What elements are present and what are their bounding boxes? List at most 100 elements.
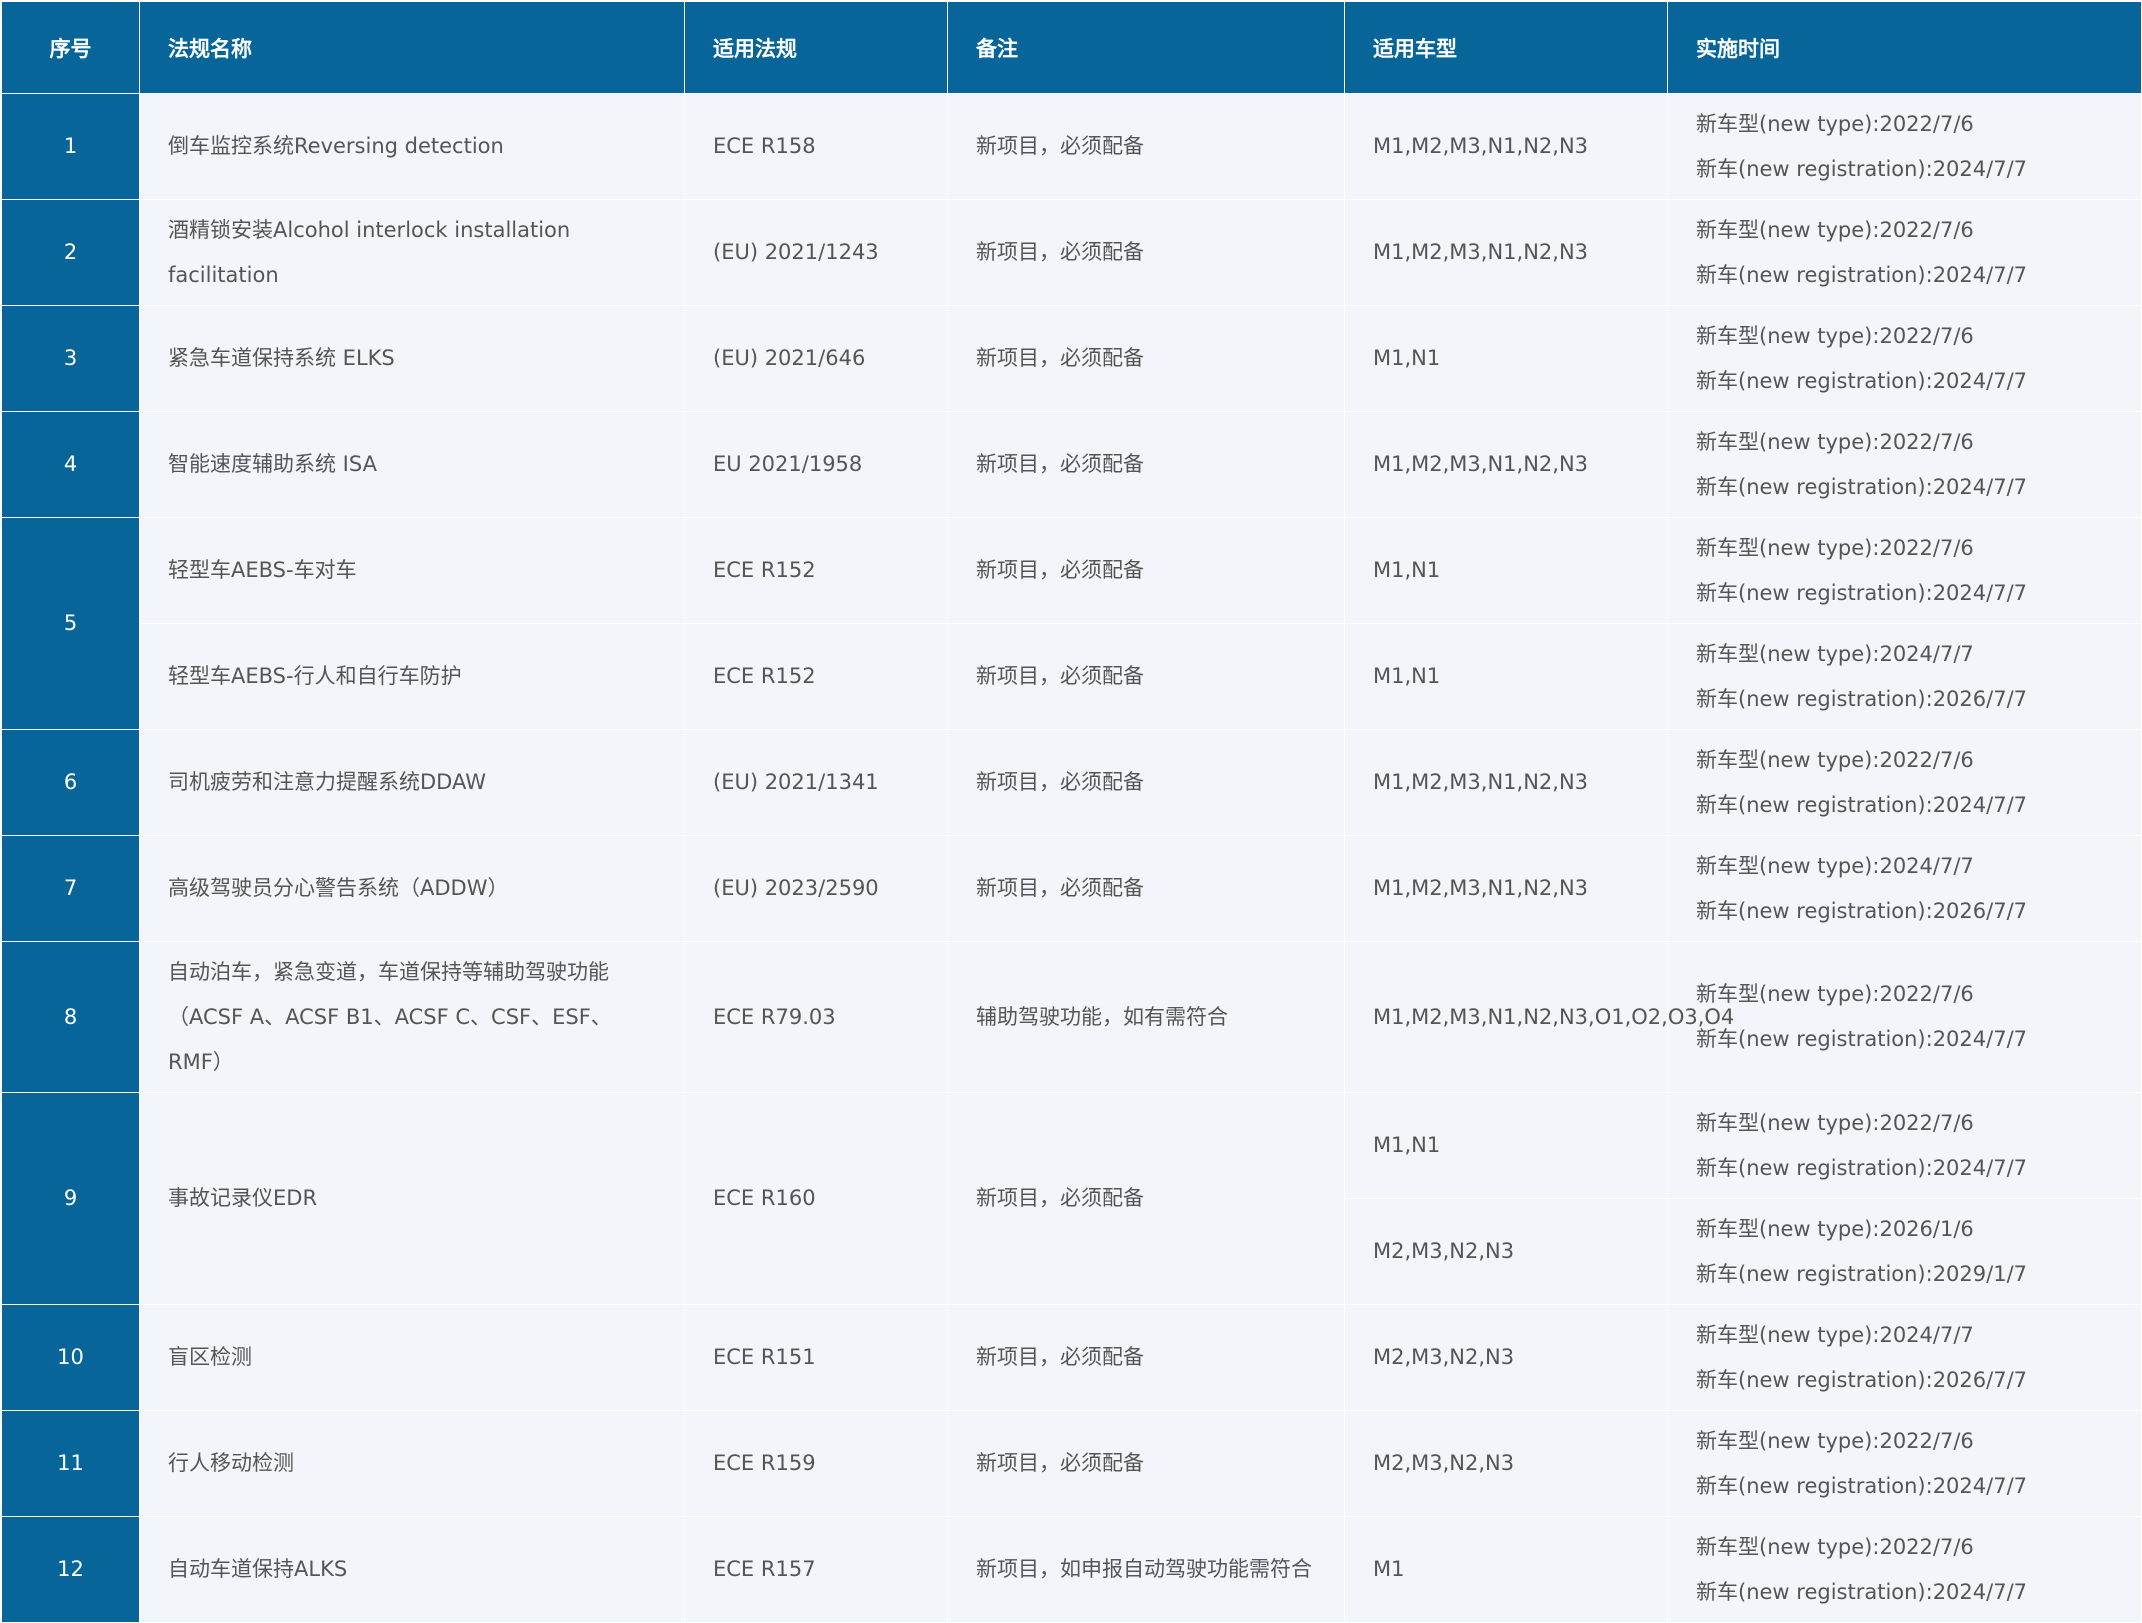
vehicle-types: M1,N1 xyxy=(1344,623,1668,730)
time-new-registration: 新车(new registration):2024/7/7 xyxy=(1696,792,2028,817)
row-number: 4 xyxy=(1,411,140,518)
table-row: 6 司机疲劳和注意力提醒系统DDAW (EU) 2021/1341 新项目，必须… xyxy=(1,729,2142,836)
row-number: 1 xyxy=(1,93,140,200)
regulation-name: 高级驾驶员分心警告系统（ADDW） xyxy=(139,835,685,942)
regulation-note: 新项目，必须配备 xyxy=(947,305,1345,412)
header-time: 实施时间 xyxy=(1667,1,2142,94)
table-row: 10 盲区检测 ECE R151 新项目，必须配备 M2,M3,N2,N3 新车… xyxy=(1,1304,2142,1411)
table-row: 9 事故记录仪EDR ECE R160 新项目，必须配备 M1,N1 新车型(n… xyxy=(1,1092,2142,1305)
regulation-code: EU 2021/1958 xyxy=(684,411,948,518)
vehicle-types: M1,M2,M3,N1,N2,N3,O1,O2,O3,O4 xyxy=(1344,941,1734,1093)
header-row: 序号 法规名称 适用法规 备注 适用车型 实施时间 xyxy=(1,1,2142,94)
vehicle-types: M1,M2,M3,N1,N2,N3 xyxy=(1344,199,1668,306)
vehicle-types: M2,M3,N2,N3 xyxy=(1344,1410,1668,1517)
regulation-note: 新项目，必须配备 xyxy=(947,1092,1345,1305)
regulation-name: 自动泊车，紧急变道，车道保持等辅助驾驶功能（ACSF A、ACSF B1、ACS… xyxy=(139,941,685,1093)
regulation-note: 新项目，必须配备 xyxy=(947,1304,1345,1411)
implementation-time: 新车型(new type):2022/7/6 新车(new registrati… xyxy=(1667,199,2142,306)
row-number: 9 xyxy=(1,1092,140,1305)
vehicle-types: M1,N1 xyxy=(1344,1092,1668,1199)
regulation-code: ECE R157 xyxy=(684,1516,948,1623)
table-row: 2 酒精锁安装Alcohol interlock installation fa… xyxy=(1,199,2142,306)
regulation-note: 新项目，必须配备 xyxy=(947,411,1345,518)
regulation-name: 倒车监控系统Reversing detection xyxy=(139,93,685,200)
time-new-type: 新车型(new type):2022/7/6 xyxy=(1696,323,1974,348)
implementation-time: 新车型(new type):2022/7/6 新车(new registrati… xyxy=(1667,305,2142,412)
time-new-registration: 新车(new registration):2024/7/7 xyxy=(1696,368,2028,393)
time-new-type: 新车型(new type):2022/7/6 xyxy=(1696,217,1974,242)
regulation-name: 紧急车道保持系统 ELKS xyxy=(139,305,685,412)
table-row: 轻型车AEBS-行人和自行车防护 ECE R152 新项目，必须配备 M1,N1… xyxy=(2,623,2142,730)
table-row: 1 倒车监控系统Reversing detection ECE R158 新项目… xyxy=(1,93,2142,200)
regulation-code: ECE R158 xyxy=(684,93,948,200)
implementation-time: 新车型(new type):2022/7/6 新车(new registrati… xyxy=(1667,411,2142,518)
time-new-type: 新车型(new type):2022/7/6 xyxy=(1696,747,1974,772)
time-new-registration: 新车(new registration):2024/7/7 xyxy=(1696,1473,2028,1498)
row-number: 8 xyxy=(1,941,140,1093)
time-new-type: 新车型(new type):2022/7/6 xyxy=(1696,429,1974,454)
regulation-name: 智能速度辅助系统 ISA xyxy=(139,411,685,518)
header-regulation: 适用法规 xyxy=(684,1,948,94)
regulation-name: 盲区检测 xyxy=(139,1304,685,1411)
header-name: 法规名称 xyxy=(139,1,685,94)
vehicle-types: M1,M2,M3,N1,N2,N3 xyxy=(1344,729,1668,836)
regulation-note: 新项目，必须配备 xyxy=(947,93,1345,200)
time-new-registration: 新车(new registration):2026/7/7 xyxy=(1696,686,2028,711)
implementation-time: 新车型(new type):2022/7/6 新车(new registrati… xyxy=(1667,1092,2142,1199)
regulation-name: 自动车道保持ALKS xyxy=(139,1516,685,1623)
regulation-note: 新项目，必须配备 xyxy=(947,1410,1345,1517)
vehicle-types: M1,N1 xyxy=(1344,305,1668,412)
vehicle-types: M1 xyxy=(1344,1516,1668,1623)
implementation-time: 新车型(new type):2022/7/6 新车(new registrati… xyxy=(1667,1516,2142,1623)
regulation-note: 新项目，必须配备 xyxy=(947,729,1345,836)
vehicle-types: M2,M3,N2,N3 xyxy=(1344,1304,1668,1411)
header-vehicles: 适用车型 xyxy=(1344,1,1668,94)
regulation-code: ECE R152 xyxy=(684,623,948,730)
regulation-name: 事故记录仪EDR xyxy=(139,1092,685,1305)
implementation-time: 新车型(new type):2024/7/7 新车(new registrati… xyxy=(1667,623,2142,730)
implementation-time: 新车型(new type):2022/7/6 新车(new registrati… xyxy=(1667,1410,2142,1517)
implementation-time: 新车型(new type):2024/7/7 新车(new registrati… xyxy=(1667,1304,2142,1411)
regulation-name: 轻型车AEBS-车对车 xyxy=(139,517,685,624)
time-new-type: 新车型(new type):2024/7/7 xyxy=(1696,641,1974,666)
regulation-note: 新项目，必须配备 xyxy=(947,517,1345,624)
implementation-time: 新车型(new type):2022/7/6 新车(new registrati… xyxy=(1667,941,2142,1093)
time-new-registration: 新车(new registration):2024/7/7 xyxy=(1696,262,2028,287)
regulation-note: 新项目，必须配备 xyxy=(947,835,1345,942)
regulation-code: ECE R79.03 xyxy=(684,941,948,1093)
row-number: 5 xyxy=(1,517,140,730)
vehicle-types: M1,M2,M3,N1,N2,N3 xyxy=(1344,411,1668,518)
row-number: 6 xyxy=(1,729,140,836)
regulation-code: ECE R151 xyxy=(684,1304,948,1411)
time-new-type: 新车型(new type):2024/7/7 xyxy=(1696,1322,1974,1347)
regulation-name: 酒精锁安装Alcohol interlock installation faci… xyxy=(139,199,685,306)
table-row: 4 智能速度辅助系统 ISA EU 2021/1958 新项目，必须配备 M1,… xyxy=(1,411,2142,518)
implementation-time: 新车型(new type):2022/7/6 新车(new registrati… xyxy=(1667,517,2142,624)
vehicle-types: M2,M3,N2,N3 xyxy=(1344,1198,1668,1305)
time-new-registration: 新车(new registration):2024/7/7 xyxy=(1696,580,2028,605)
row-number: 2 xyxy=(1,199,140,306)
regulation-code: (EU) 2021/646 xyxy=(684,305,948,412)
row-number: 3 xyxy=(1,305,140,412)
time-new-type: 新车型(new type):2026/1/6 xyxy=(1696,1216,1974,1241)
time-new-type: 新车型(new type):2022/7/6 xyxy=(1696,1534,1974,1559)
regulation-code: ECE R159 xyxy=(684,1410,948,1517)
time-new-type: 新车型(new type):2022/7/6 xyxy=(1696,1110,1974,1135)
regulation-name: 司机疲劳和注意力提醒系统DDAW xyxy=(139,729,685,836)
time-new-registration: 新车(new registration):2024/7/7 xyxy=(1696,1155,2028,1180)
time-new-type: 新车型(new type):2022/7/6 xyxy=(1696,111,1974,136)
implementation-time: 新车型(new type):2024/7/7 新车(new registrati… xyxy=(1667,835,2142,942)
time-new-registration: 新车(new registration):2024/7/7 xyxy=(1696,474,2028,499)
implementation-time: 新车型(new type):2026/1/6 新车(new registrati… xyxy=(1667,1198,2142,1305)
regulation-note: 新项目，如申报自动驾驶功能需符合 xyxy=(947,1516,1345,1623)
row-number: 11 xyxy=(1,1410,140,1517)
time-new-registration: 新车(new registration):2024/7/7 xyxy=(1696,1579,2028,1604)
table-row: 8 自动泊车，紧急变道，车道保持等辅助驾驶功能（ACSF A、ACSF B1、A… xyxy=(1,941,2142,1093)
time-new-type: 新车型(new type):2024/7/7 xyxy=(1696,853,1974,878)
regulation-note: 新项目，必须配备 xyxy=(947,199,1345,306)
table-row: 3 紧急车道保持系统 ELKS (EU) 2021/646 新项目，必须配备 M… xyxy=(1,305,2142,412)
regulation-code: (EU) 2023/2590 xyxy=(684,835,948,942)
regulation-note: 新项目，必须配备 xyxy=(947,623,1345,730)
vehicle-types: M1,M2,M3,N1,N2,N3 xyxy=(1344,835,1668,942)
time-new-registration: 新车(new registration):2026/7/7 xyxy=(1696,898,2028,923)
